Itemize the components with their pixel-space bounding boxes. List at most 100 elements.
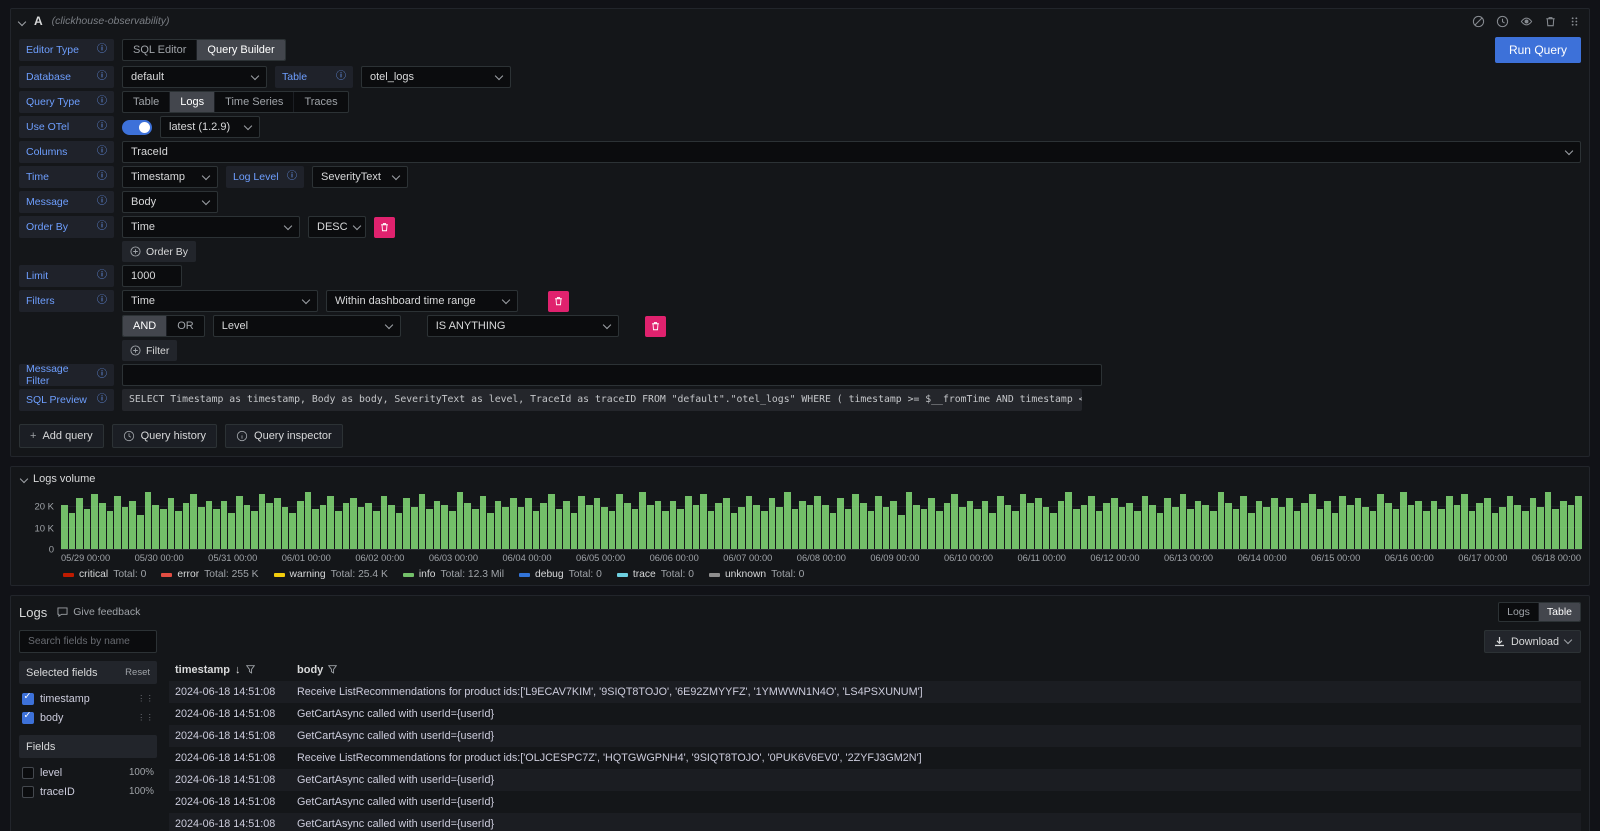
collapse-logs-volume-icon[interactable] bbox=[21, 473, 27, 485]
order-by-field-select[interactable]: Time bbox=[122, 216, 300, 238]
logs-view-option-table[interactable]: Table bbox=[1538, 603, 1580, 621]
checkbox-checked[interactable] bbox=[22, 693, 34, 705]
sort-desc-icon[interactable]: ↓ bbox=[235, 664, 241, 676]
order-by-label: Order Byⓘ bbox=[19, 216, 114, 238]
order-by-direction-select[interactable]: DESC bbox=[308, 216, 366, 238]
disable-query-icon[interactable] bbox=[1472, 15, 1485, 28]
volume-bar bbox=[335, 511, 342, 549]
log-table-row[interactable]: 2024-06-18 14:51:08GetCartAsync called w… bbox=[169, 725, 1581, 747]
volume-bar bbox=[989, 513, 996, 549]
search-fields-input[interactable] bbox=[19, 630, 157, 653]
message-filter-input[interactable] bbox=[122, 364, 1102, 386]
timestamp-column-header[interactable]: timestamp ↓ bbox=[169, 664, 297, 676]
query-type-option-time-series[interactable]: Time Series bbox=[214, 92, 293, 112]
limit-input[interactable] bbox=[122, 265, 182, 287]
body-column-header[interactable]: body bbox=[297, 664, 1581, 676]
query-history-icon[interactable] bbox=[1496, 15, 1509, 28]
editor-type-option-query-builder[interactable]: Query Builder bbox=[196, 40, 284, 60]
editor-type-label: Editor Type ⓘ bbox=[19, 39, 114, 61]
add-query-button[interactable]: + Add query bbox=[19, 424, 104, 448]
eye-icon[interactable] bbox=[1520, 15, 1533, 28]
volume-bar bbox=[1103, 503, 1110, 549]
volume-bar bbox=[145, 492, 152, 549]
remove-filter2-button[interactable] bbox=[645, 316, 666, 337]
selected-field-body[interactable]: body⋮⋮ bbox=[19, 708, 157, 727]
legend-item-info[interactable]: infoTotal: 12.3 Mil bbox=[403, 569, 504, 580]
remove-filter1-button[interactable] bbox=[548, 291, 569, 312]
query-type-option-table[interactable]: Table bbox=[123, 92, 169, 112]
message-column-select[interactable]: Body bbox=[122, 191, 218, 213]
columns-multiselect[interactable]: TraceId bbox=[122, 141, 1581, 163]
give-feedback-link[interactable]: Give feedback bbox=[57, 606, 140, 618]
collapse-query-icon[interactable] bbox=[19, 14, 25, 28]
time-column-select[interactable]: Timestamp bbox=[122, 166, 218, 188]
plus-circle-icon bbox=[130, 345, 141, 356]
volume-bar bbox=[761, 511, 768, 549]
drag-handle-icon[interactable]: ⋮⋮ bbox=[137, 713, 154, 722]
otel-version-select[interactable]: latest (1.2.9) bbox=[160, 116, 260, 138]
volume-bar bbox=[221, 501, 228, 549]
volume-bar bbox=[160, 509, 167, 549]
log-table-row[interactable]: 2024-06-18 14:51:08Receive ListRecommend… bbox=[169, 681, 1581, 703]
delete-query-icon[interactable] bbox=[1544, 15, 1557, 28]
volume-bar bbox=[312, 509, 319, 549]
remove-order-by-button[interactable] bbox=[374, 217, 395, 238]
log-table-row[interactable]: 2024-06-18 14:51:08GetCartAsync called w… bbox=[169, 703, 1581, 725]
log-table-row[interactable]: 2024-06-18 14:51:08Receive ListRecommend… bbox=[169, 747, 1581, 769]
legend-swatch bbox=[161, 573, 172, 577]
filter-icon[interactable] bbox=[246, 665, 255, 674]
info-icon: ⓘ bbox=[97, 45, 107, 55]
filter2-field-select[interactable]: Level bbox=[213, 315, 401, 337]
x-tick-label: 06/12 00:00 bbox=[1090, 553, 1139, 563]
checkbox-unchecked[interactable] bbox=[22, 786, 34, 798]
info-icon: ⓘ bbox=[97, 197, 107, 207]
filter-icon[interactable] bbox=[328, 665, 337, 674]
legend-item-error[interactable]: errorTotal: 255 K bbox=[161, 569, 258, 580]
selected-field-timestamp[interactable]: timestamp⋮⋮ bbox=[19, 689, 157, 708]
drag-handle-icon[interactable] bbox=[1568, 15, 1581, 28]
volume-bar bbox=[944, 503, 951, 549]
add-filter-button[interactable]: Filter bbox=[122, 340, 177, 361]
logs-panel-title: Logs bbox=[19, 605, 47, 620]
checkbox-checked[interactable] bbox=[22, 712, 34, 724]
query-type-option-logs[interactable]: Logs bbox=[169, 92, 214, 112]
logs-view-option-logs[interactable]: Logs bbox=[1499, 603, 1538, 621]
legend-item-debug[interactable]: debugTotal: 0 bbox=[519, 569, 602, 580]
use-otel-toggle[interactable] bbox=[122, 120, 152, 135]
download-button[interactable]: Download bbox=[1484, 630, 1581, 653]
editor-type-option-sql-editor[interactable]: SQL Editor bbox=[123, 40, 196, 60]
legend-item-warning[interactable]: warningTotal: 25.4 K bbox=[274, 569, 388, 580]
available-field-level[interactable]: level100% bbox=[19, 763, 157, 782]
log-table-row[interactable]: 2024-06-18 14:51:08GetCartAsync called w… bbox=[169, 769, 1581, 791]
checkbox-unchecked[interactable] bbox=[22, 767, 34, 779]
available-field-traceID[interactable]: traceID100% bbox=[19, 782, 157, 801]
database-select[interactable]: default bbox=[122, 66, 267, 88]
filter2-operator-select[interactable]: IS ANYTHING bbox=[427, 315, 619, 337]
volume-bar bbox=[1415, 501, 1422, 549]
query-type-option-traces[interactable]: Traces bbox=[293, 92, 347, 112]
drag-handle-icon[interactable]: ⋮⋮ bbox=[137, 694, 154, 703]
log-level-column-select[interactable]: SeverityText bbox=[312, 166, 408, 188]
legend-item-trace[interactable]: traceTotal: 0 bbox=[617, 569, 694, 580]
table-select[interactable]: otel_logs bbox=[361, 66, 511, 88]
trash-icon bbox=[380, 221, 389, 233]
log-table-row[interactable]: 2024-06-18 14:51:08GetCartAsync called w… bbox=[169, 791, 1581, 813]
reset-fields-button[interactable]: Reset bbox=[125, 667, 150, 678]
filter1-field-select[interactable]: Time bbox=[122, 290, 318, 312]
query-inspector-button[interactable]: Query inspector bbox=[225, 424, 343, 448]
volume-bar bbox=[1438, 509, 1445, 549]
query-history-button[interactable]: Query history bbox=[112, 424, 217, 448]
add-order-by-button[interactable]: Order By bbox=[122, 241, 196, 262]
run-query-button[interactable]: Run Query bbox=[1495, 37, 1581, 63]
legend-item-unknown[interactable]: unknownTotal: 0 bbox=[709, 569, 804, 580]
log-table-row[interactable]: 2024-06-18 14:51:08GetCartAsync called w… bbox=[169, 813, 1581, 831]
volume-bar bbox=[107, 511, 114, 549]
log-timestamp-cell: 2024-06-18 14:51:08 bbox=[169, 730, 297, 742]
bool-option-or[interactable]: OR bbox=[166, 316, 204, 336]
volume-bar bbox=[1256, 501, 1263, 549]
volume-bar bbox=[1400, 492, 1407, 549]
volume-bar bbox=[1126, 503, 1133, 549]
filter1-operator-select[interactable]: Within dashboard time range bbox=[326, 290, 518, 312]
bool-option-and[interactable]: AND bbox=[123, 316, 166, 336]
legend-item-critical[interactable]: criticalTotal: 0 bbox=[63, 569, 146, 580]
